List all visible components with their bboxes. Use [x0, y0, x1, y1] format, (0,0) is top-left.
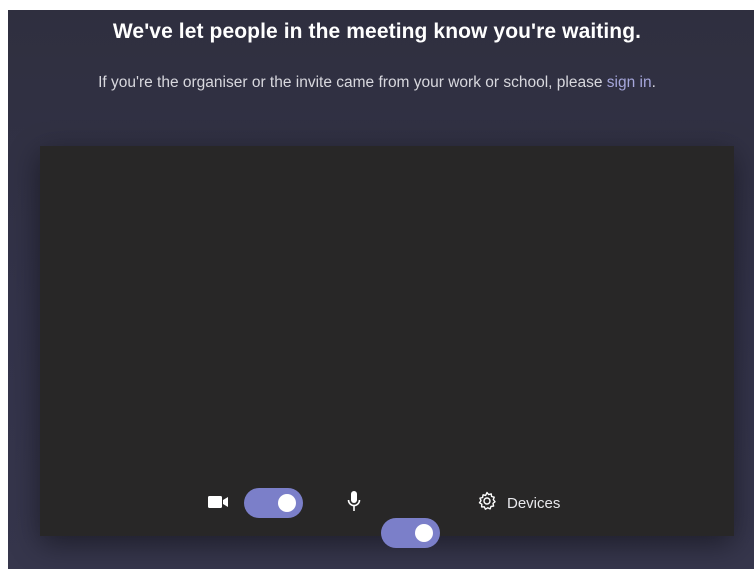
microphone-icon [347, 491, 361, 518]
microphone-toggle-knob [415, 524, 433, 542]
sign-in-prompt: If you're the organiser or the invite ca… [0, 74, 754, 92]
sign-in-link[interactable]: sign in [607, 74, 652, 91]
devices-label: Devices [507, 495, 561, 512]
device-controls: Devices [0, 486, 754, 548]
sign-in-prompt-text: If you're the organiser or the invite ca… [98, 74, 607, 91]
camera-toggle[interactable] [244, 488, 303, 518]
sign-in-prompt-end: . [651, 74, 656, 91]
video-preview [40, 146, 734, 536]
camera-toggle-knob [278, 494, 296, 512]
camera-icon [208, 495, 230, 514]
page-title: We've let people in the meeting know you… [112, 20, 642, 43]
gear-icon [476, 490, 498, 517]
microphone-toggle[interactable] [381, 518, 440, 548]
devices-button[interactable]: Devices [476, 490, 560, 517]
